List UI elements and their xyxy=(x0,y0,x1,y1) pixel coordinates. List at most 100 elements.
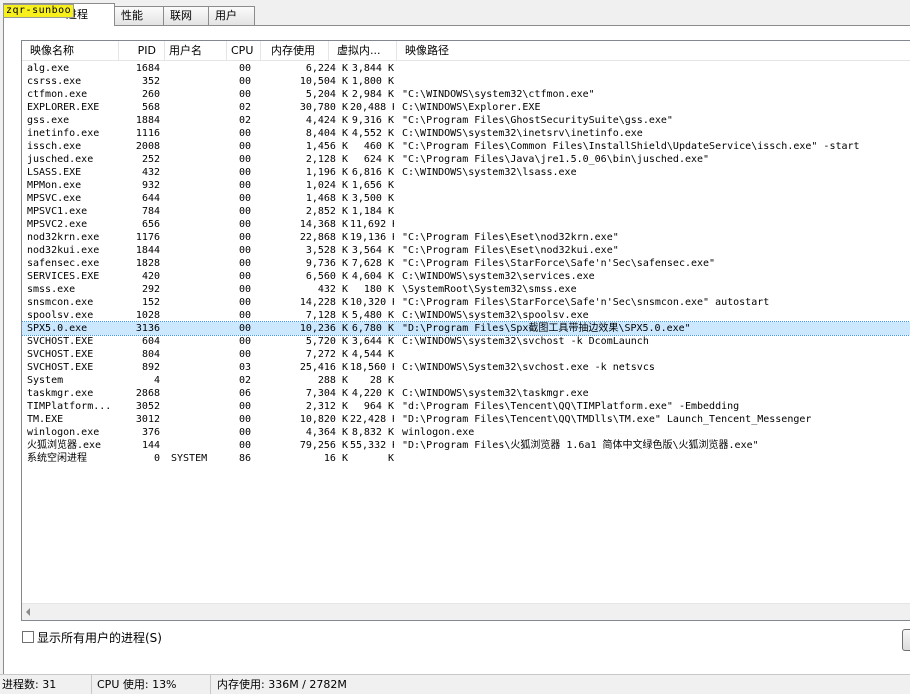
column-virtual-memory[interactable]: 虚拟内... xyxy=(329,41,397,61)
column-image-name[interactable]: 映像名称 xyxy=(22,41,119,61)
process-virtual-memory: 460 K xyxy=(363,141,394,152)
process-memory: 14,368 K xyxy=(299,219,348,230)
tab-performance[interactable]: 性能 xyxy=(114,6,164,25)
process-path: "C:\Program Files\GhostSecuritySuite\gss… xyxy=(402,115,673,126)
process-cpu: 00 xyxy=(238,258,252,269)
table-row[interactable]: 系统空闲进程 0 SYSTEM 86 16 K K xyxy=(22,452,910,465)
process-list[interactable]: 映像名称 PID 用户名 CPU 内存使用 虚拟内... 映像路径 alg.ex… xyxy=(21,40,910,621)
process-virtual-memory: 4,552 K xyxy=(351,128,394,139)
tab-networking[interactable]: 联网 xyxy=(163,6,209,25)
process-path: \SystemRoot\System32\smss.exe xyxy=(402,284,577,295)
process-cpu: 00 xyxy=(238,323,252,334)
table-row[interactable]: 火狐浏览器.exe 144 00 79,256 K 55,332 K "D:\Progra… xyxy=(22,439,910,452)
table-row[interactable]: MPMon.exe 932 00 1,024 K 1,656 K xyxy=(22,179,910,192)
process-pid: 2008 xyxy=(135,141,160,152)
column-user-name[interactable]: 用户名 xyxy=(165,41,227,61)
process-name: csrss.exe xyxy=(27,76,82,87)
process-cpu: 00 xyxy=(238,271,252,282)
process-memory: 4,364 K xyxy=(305,427,348,438)
process-virtual-memory: 964 K xyxy=(363,401,394,412)
process-memory: 2,128 K xyxy=(305,154,348,165)
process-name: SERVICES.EXE xyxy=(27,271,100,282)
process-path: C:\WINDOWS\system32\spoolsv.exe xyxy=(402,310,589,321)
process-pid: 804 xyxy=(141,349,160,360)
process-memory: 25,416 K xyxy=(299,362,348,373)
process-name: TM.EXE xyxy=(27,414,64,425)
table-row[interactable]: SPX5.0.exe 3136 00 10,236 K 6,780 K "D:\Progr… xyxy=(22,321,910,336)
process-virtual-memory: 624 K xyxy=(363,154,394,165)
table-row[interactable]: nod32kui.exe 1844 00 3,528 K 3,564 K "C:\Prog… xyxy=(22,244,910,257)
process-memory: 9,736 K xyxy=(305,258,348,269)
process-path: C:\WINDOWS\system32\taskmgr.exe xyxy=(402,388,589,399)
table-row[interactable]: gss.exe 1884 02 4,424 K 9,316 K "C:\Program F… xyxy=(22,114,910,127)
process-virtual-memory: 1,800 K xyxy=(351,76,394,87)
table-row[interactable]: inetinfo.exe 1116 00 8,404 K 4,552 K C:\WINDO… xyxy=(22,127,910,140)
show-all-users-control[interactable]: 显示所有用户的进程(S) xyxy=(22,629,162,645)
process-pid: 656 xyxy=(141,219,160,230)
column-memory[interactable]: 内存使用 xyxy=(261,41,329,61)
tab-strip: 进程 性能 联网 用户 zqr-sunboo xyxy=(0,0,910,26)
table-row[interactable]: MPSVC.exe 644 00 1,468 K 3,500 K xyxy=(22,192,910,205)
process-pid: 1116 xyxy=(135,128,160,139)
table-row[interactable]: jusched.exe 252 00 2,128 K 624 K "C:\Program … xyxy=(22,153,910,166)
process-virtual-memory: 28 K xyxy=(369,375,394,386)
process-cpu: 00 xyxy=(238,219,252,230)
process-cpu: 00 xyxy=(238,232,252,243)
table-row[interactable]: issch.exe 2008 00 1,456 K 460 K "C:\Program F… xyxy=(22,140,910,153)
table-row[interactable]: LSASS.EXE 432 00 1,196 K 6,816 K C:\WINDOWS\s… xyxy=(22,166,910,179)
table-row[interactable]: SVCHOST.EXE 804 00 7,272 K 4,544 K xyxy=(22,348,910,361)
table-row[interactable]: SVCHOST.EXE 604 00 5,720 K 3,644 K C:\WINDOWS… xyxy=(22,335,910,348)
process-memory: 2,312 K xyxy=(305,401,348,412)
process-path: "C:\Program Files\Common Files\InstallSh… xyxy=(402,141,860,152)
table-row[interactable]: TIMPlatform... 3052 00 2,312 K 964 K "d:\Prog… xyxy=(22,400,910,413)
table-row[interactable]: ctfmon.exe 260 00 5,204 K 2,984 K "C:\WINDOWS… xyxy=(22,88,910,101)
table-row[interactable]: taskmgr.exe 2868 06 7,304 K 4,220 K C:\WINDOW… xyxy=(22,387,910,400)
process-cpu: 00 xyxy=(238,141,252,152)
table-row[interactable]: EXPLORER.EXE 568 02 30,780 K 20,488 K C:\WIND… xyxy=(22,101,910,114)
process-cpu: 00 xyxy=(238,206,252,217)
process-memory: 5,720 K xyxy=(305,336,348,347)
table-row[interactable]: MPSVC2.exe 656 00 14,368 K 11,692 K xyxy=(22,218,910,231)
table-row[interactable]: TM.EXE 3012 00 10,820 K 22,428 K "D:\Program … xyxy=(22,413,910,426)
table-row[interactable]: SVCHOST.EXE 892 03 25,416 K 18,560 K C:\WINDO… xyxy=(22,361,910,374)
process-name: taskmgr.exe xyxy=(27,388,94,399)
process-pid: 568 xyxy=(141,102,160,113)
process-cpu: 00 xyxy=(238,63,252,74)
table-row[interactable]: safensec.exe 1828 00 9,736 K 7,628 K "C:\Prog… xyxy=(22,257,910,270)
column-image-path[interactable]: 映像路径 xyxy=(397,41,910,61)
process-path: "C:\WINDOWS\system32\ctfmon.exe" xyxy=(402,89,595,100)
column-cpu[interactable]: CPU xyxy=(227,41,261,61)
horizontal-scrollbar[interactable] xyxy=(22,603,910,620)
process-cpu: 00 xyxy=(238,284,252,295)
process-cpu: 02 xyxy=(238,375,252,386)
process-path: C:\WINDOWS\system32\services.exe xyxy=(402,271,595,282)
process-memory: 1,196 K xyxy=(305,167,348,178)
table-row[interactable]: System 4 02 288 K 28 K xyxy=(22,374,910,387)
process-virtual-memory: 6,816 K xyxy=(351,167,394,178)
table-row[interactable]: snsmcon.exe 152 00 14,228 K 10,320 K "C:\Prog… xyxy=(22,296,910,309)
tab-users[interactable]: 用户 xyxy=(208,6,255,25)
scroll-left-icon[interactable] xyxy=(26,608,30,616)
end-process-button[interactable] xyxy=(902,629,910,651)
process-name: issch.exe xyxy=(27,141,82,152)
process-virtual-memory: 2,984 K xyxy=(351,89,394,100)
table-row[interactable]: SERVICES.EXE 420 00 6,560 K 4,604 K C:\WINDOW… xyxy=(22,270,910,283)
list-header: 映像名称 PID 用户名 CPU 内存使用 虚拟内... 映像路径 xyxy=(22,41,910,61)
process-path: "C:\Program Files\Eset\nod32kui.exe" xyxy=(402,245,619,256)
process-virtual-memory: 3,564 K xyxy=(351,245,394,256)
table-row[interactable]: alg.exe 1684 00 6,224 K 3,844 K xyxy=(22,62,910,75)
process-name: inetinfo.exe xyxy=(27,128,100,139)
table-row[interactable]: MPSVC1.exe 784 00 2,852 K 1,184 K xyxy=(22,205,910,218)
table-row[interactable]: spoolsv.exe 1028 00 7,128 K 5,480 K C:\WINDOW… xyxy=(22,309,910,322)
table-row[interactable]: winlogon.exe 376 00 4,364 K 8,832 K winlogon.… xyxy=(22,426,910,439)
table-row[interactable]: smss.exe 292 00 432 K 180 K \SystemRoot\Syste… xyxy=(22,283,910,296)
table-row[interactable]: nod32krn.exe 1176 00 22,868 K 19,136 K "C:\Pr… xyxy=(22,231,910,244)
process-pid: 4 xyxy=(153,375,160,386)
show-all-users-label: 显示所有用户的进程(S) xyxy=(37,630,162,645)
process-cpu: 06 xyxy=(238,388,252,399)
process-pid: 644 xyxy=(141,193,160,204)
column-pid[interactable]: PID xyxy=(119,41,165,61)
process-virtual-memory: 5,480 K xyxy=(351,310,394,321)
show-all-users-checkbox[interactable] xyxy=(22,631,34,643)
table-row[interactable]: csrss.exe 352 00 10,504 K 1,800 K xyxy=(22,75,910,88)
